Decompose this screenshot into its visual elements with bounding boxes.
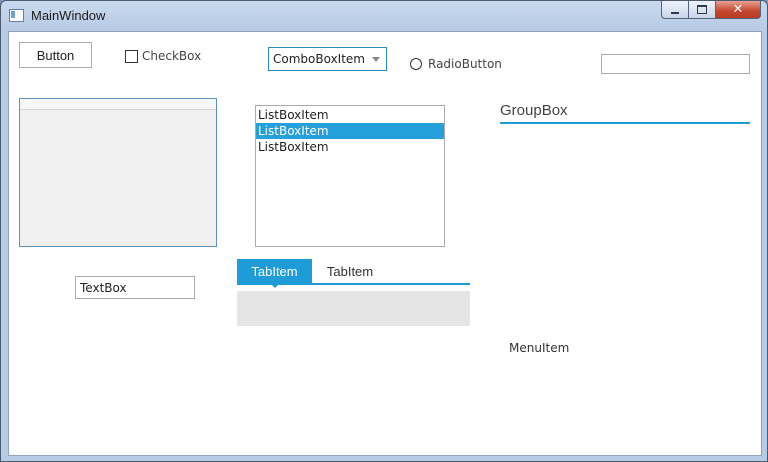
caption-buttons: ✕ [661,1,761,21]
radio-circle[interactable] [410,58,422,70]
list-view[interactable] [19,98,217,247]
close-button[interactable]: ✕ [715,1,761,19]
minimize-button[interactable] [661,1,688,19]
client-area: Button CheckBox ComboBoxItem RadioButton… [8,31,762,456]
checkbox-label: CheckBox [142,49,202,63]
tab-strip: TabItem TabItem [237,259,470,288]
main-window: MainWindow ✕ Button CheckBox ComboBoxIte… [0,0,768,462]
menu-item[interactable]: MenuItem [509,341,569,355]
textbox[interactable]: TextBox [75,276,195,299]
listbox[interactable]: ListBoxItem ListBoxItem ListBoxItem [255,105,445,247]
minimize-icon [671,11,679,14]
listbox-item-selected[interactable]: ListBoxItem [256,123,444,139]
tab-content-panel [237,291,470,326]
checkbox[interactable]: CheckBox [125,49,201,63]
app-window-icon [9,9,24,22]
combobox-value: ComboBoxItem [273,52,365,66]
combobox[interactable]: ComboBoxItem [268,47,387,71]
groupbox-header: GroupBox [500,102,568,119]
maximize-icon [697,5,707,14]
radio-label: RadioButton [428,57,502,71]
list-view-header[interactable] [20,99,216,110]
tab-underline [237,283,470,285]
maximize-button[interactable] [688,1,715,19]
groupbox-divider [500,122,750,124]
listbox-item[interactable]: ListBoxItem [256,107,444,123]
tab-item[interactable]: TabItem [312,259,388,283]
chevron-down-icon[interactable] [372,57,380,62]
title-bar[interactable]: MainWindow ✕ [1,1,767,31]
radio-button[interactable]: RadioButton [410,57,502,71]
listbox-item[interactable]: ListBoxItem [256,139,444,155]
button[interactable]: Button [19,42,92,68]
top-textbox[interactable] [601,54,750,74]
window-title: MainWindow [31,8,106,23]
close-icon: ✕ [732,2,744,17]
checkbox-box[interactable] [125,49,138,63]
tab-item-active[interactable]: TabItem [237,259,312,288]
